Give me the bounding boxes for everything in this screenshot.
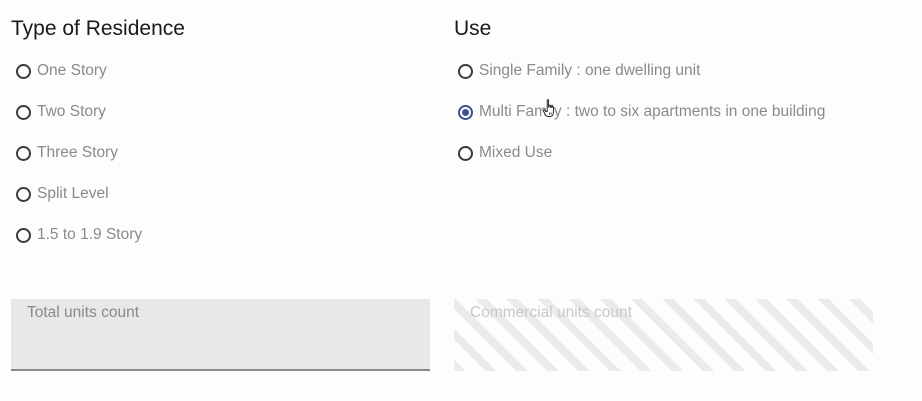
radio-option-multi-family[interactable]: Multi Family : two to six apartments in … — [458, 100, 825, 124]
use-radio-group: Single Family : one dwelling unit Multi … — [458, 59, 825, 182]
radio-label: One Story — [37, 62, 107, 79]
radio-option-one-story[interactable]: One Story — [16, 59, 142, 83]
radio-checked-icon[interactable] — [458, 104, 473, 120]
radio-unchecked-icon[interactable] — [16, 104, 31, 120]
residence-type-title: Type of Residence — [11, 17, 185, 40]
residence-form: Type of Residence One Story Two Story Th… — [0, 0, 922, 401]
radio-label: Two Story — [37, 103, 106, 120]
commercial-units-count-field: Commercial units count — [454, 299, 873, 371]
radio-option-two-story[interactable]: Two Story — [16, 100, 142, 124]
total-units-count-label: Total units count — [27, 304, 140, 321]
radio-option-1-5-to-1-9-story[interactable]: 1.5 to 1.9 Story — [16, 223, 142, 247]
radio-label: Multi Family : two to six apartments in … — [479, 103, 826, 120]
commercial-units-count-label: Commercial units count — [470, 304, 632, 321]
radio-option-split-level[interactable]: Split Level — [16, 182, 142, 206]
hand-pointer-icon — [542, 99, 554, 118]
radio-option-mixed-use[interactable]: Mixed Use — [458, 141, 825, 165]
total-units-count-field[interactable]: Total units count — [11, 299, 430, 371]
radio-option-three-story[interactable]: Three Story — [16, 141, 142, 165]
radio-unchecked-icon[interactable] — [16, 145, 31, 161]
radio-label: Mixed Use — [479, 144, 553, 161]
radio-label: Three Story — [37, 144, 118, 161]
radio-label: Split Level — [37, 185, 109, 202]
radio-unchecked-icon[interactable] — [16, 227, 31, 243]
radio-unchecked-icon[interactable] — [16, 63, 31, 79]
radio-unchecked-icon[interactable] — [16, 186, 31, 202]
radio-unchecked-icon[interactable] — [458, 63, 473, 79]
use-title: Use — [454, 17, 492, 40]
radio-label: 1.5 to 1.9 Story — [37, 226, 143, 243]
radio-unchecked-icon[interactable] — [458, 145, 473, 161]
radio-option-single-family[interactable]: Single Family : one dwelling unit — [458, 59, 825, 83]
residence-type-radio-group: One Story Two Story Three Story Split Le… — [16, 59, 142, 264]
radio-label: Single Family : one dwelling unit — [479, 62, 701, 79]
